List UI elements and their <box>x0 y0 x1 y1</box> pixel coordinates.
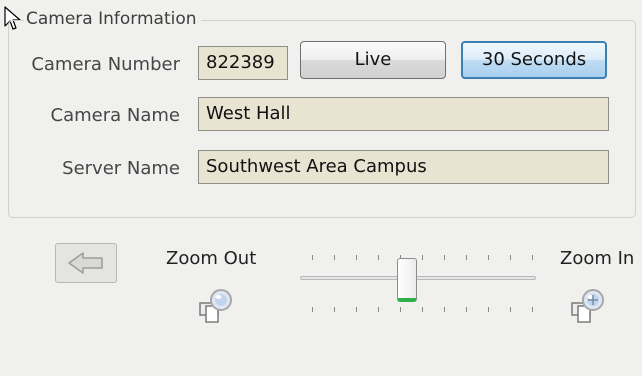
zoom-slider[interactable] <box>296 255 540 335</box>
zoom-out-label: Zoom Out <box>166 248 257 269</box>
zoom-in-icon[interactable] <box>568 286 608 326</box>
camera-number-label: Camera Number <box>31 54 180 75</box>
live-button[interactable]: Live <box>300 41 446 79</box>
camera-name-label: Camera Name <box>50 105 180 126</box>
camera-info-group-title: Camera Information <box>24 9 201 29</box>
camera-number-field: 822389 <box>198 46 288 80</box>
zoom-slider-track <box>300 276 536 280</box>
zoom-slider-thumb[interactable] <box>397 258 418 302</box>
server-name-label: Server Name <box>62 158 180 179</box>
arrow-left-icon <box>68 252 103 274</box>
thirty-seconds-button[interactable]: 30 Seconds <box>461 41 607 79</box>
back-button[interactable] <box>55 243 117 283</box>
camera-name-field: West Hall <box>198 97 609 131</box>
zoom-out-icon[interactable] <box>196 286 236 326</box>
zoom-in-label: Zoom In <box>560 248 635 269</box>
server-name-field: Southwest Area Campus <box>198 150 609 184</box>
